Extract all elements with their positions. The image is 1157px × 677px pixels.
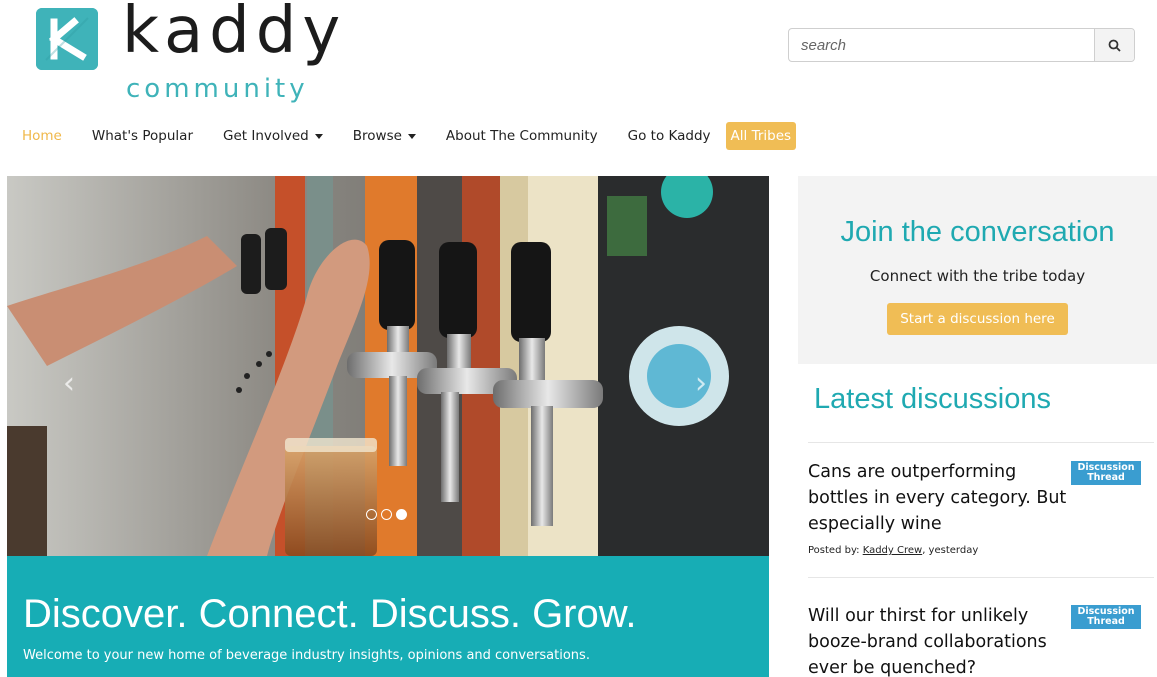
nav-browse-label: Browse	[352, 128, 402, 144]
search-input[interactable]	[789, 29, 1094, 61]
search-icon	[1108, 39, 1121, 52]
carousel-indicators	[366, 509, 407, 520]
nav-get-involved[interactable]: Get Involved	[223, 128, 323, 144]
discussion-item: Cans are outperforming bottles in every …	[808, 459, 1154, 556]
search-bar	[788, 28, 1135, 62]
carousel-dot-1[interactable]	[366, 509, 377, 520]
nav-get-involved-label: Get Involved	[223, 128, 309, 144]
hero-subtitle: Welcome to your new home of beverage ind…	[23, 648, 590, 663]
logo-subtitle: community	[126, 74, 309, 104]
latest-discussions-heading: Latest discussions	[814, 383, 1051, 415]
posted-by-label: Posted by:	[808, 545, 863, 556]
search-button[interactable]	[1094, 29, 1134, 61]
nav-about[interactable]: About The Community	[446, 128, 598, 144]
join-title: Join the conversation	[840, 216, 1115, 248]
join-subtitle: Connect with the tribe today	[869, 267, 1086, 285]
caret-down-icon	[407, 133, 416, 139]
discussion-title[interactable]: Will our thirst for unlikely booze-brand…	[808, 603, 1070, 677]
discussion-thread-badge: Discussion Thread	[1071, 461, 1141, 485]
divider	[808, 442, 1154, 443]
carousel-prev[interactable]: ‹	[63, 366, 75, 401]
carousel-dot-2[interactable]	[381, 509, 392, 520]
discussion-thread-badge: Discussion Thread	[1071, 605, 1141, 629]
nav-go-to-kaddy[interactable]: Go to Kaddy	[628, 128, 711, 144]
discussion-title[interactable]: Cans are outperforming bottles in every …	[808, 459, 1070, 537]
chevron-right-icon: ›	[695, 366, 707, 401]
caret-down-icon	[314, 133, 323, 139]
join-panel: Join the conversation Connect with the t…	[798, 176, 1157, 364]
chevron-left-icon: ‹	[63, 366, 75, 401]
site-logo[interactable]: kaddy community	[36, 0, 366, 108]
carousel-dot-3[interactable]	[396, 509, 407, 520]
posted-time: , yesterday	[922, 545, 979, 556]
hero-carousel: ‹ ›	[7, 176, 769, 556]
main-nav: Home What's Popular Get Involved Browse …	[22, 121, 797, 151]
discussion-item: Will our thirst for unlikely booze-brand…	[808, 603, 1154, 677]
kaddy-logo-icon	[36, 8, 98, 70]
divider	[808, 577, 1154, 578]
nav-home[interactable]: Home	[22, 128, 62, 144]
hero-image	[7, 176, 769, 556]
hero-caption: Discover. Connect. Discuss. Grow. Welcom…	[7, 556, 769, 677]
logo-wordmark: kaddy	[122, 0, 347, 68]
author-link[interactable]: Kaddy Crew	[863, 545, 923, 556]
carousel-next[interactable]: ›	[695, 366, 707, 401]
nav-all-tribes[interactable]: All Tribes	[725, 122, 797, 150]
hero-title: Discover. Connect. Discuss. Grow.	[23, 592, 637, 636]
discussion-meta: Posted by: Kaddy Crew, yesterday	[808, 545, 1154, 556]
nav-whats-popular[interactable]: What's Popular	[92, 128, 193, 144]
start-discussion-button[interactable]: Start a discussion here	[887, 303, 1068, 335]
nav-browse[interactable]: Browse	[353, 128, 416, 144]
